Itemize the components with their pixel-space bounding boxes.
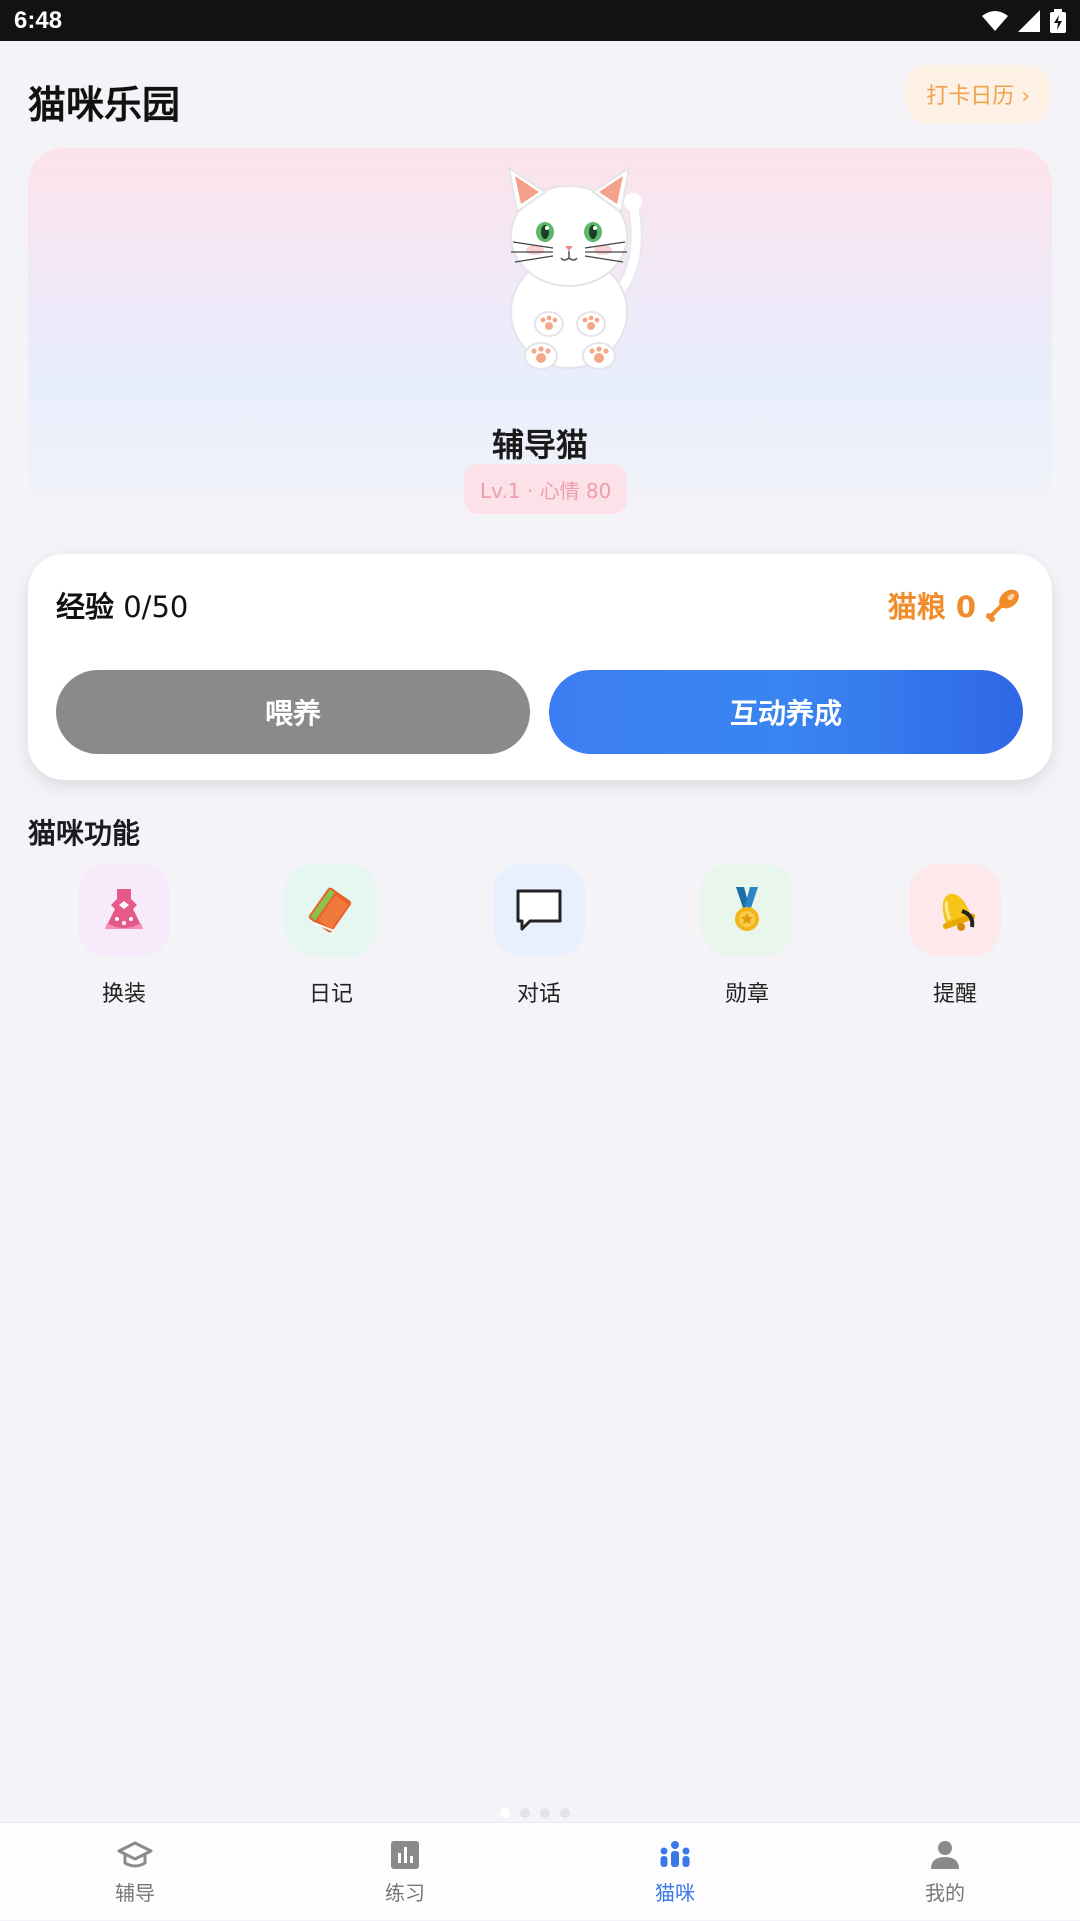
nav-item-practice[interactable]: 练习 — [335, 1823, 475, 1921]
feed-button[interactable]: 喂养 — [56, 670, 530, 754]
features-section-title: 猫咪功能 — [28, 817, 141, 850]
nav-item-cats[interactable]: 猫咪 — [605, 1823, 745, 1921]
feature-item-medals[interactable]: 勋章 — [677, 864, 817, 1014]
feature-label-diary: 日记 — [308, 982, 353, 1007]
cat-illustration[interactable] — [473, 164, 673, 374]
status-bar: 6:48 — [0, 0, 1080, 41]
bell-icon-bubble — [909, 864, 1001, 956]
dress-icon — [105, 889, 143, 929]
page-dot — [520, 1808, 530, 1818]
checkin-calendar-button[interactable]: 打卡日历 › — [906, 65, 1050, 123]
drumstick-icon — [986, 589, 1019, 622]
person-icon — [931, 1840, 959, 1869]
page-dot — [500, 1808, 510, 1818]
pet-name: 辅导猫 — [491, 426, 588, 464]
nav-label-cats: 猫咪 — [655, 1880, 695, 1905]
cat-food-label: 猫粮 0 — [887, 590, 976, 624]
feature-item-diary[interactable]: 日记 — [261, 864, 401, 1014]
status-icons — [982, 8, 1066, 33]
feature-label-dress-up: 换装 — [101, 982, 146, 1007]
people-group-icon — [660, 1840, 690, 1867]
features-grid: 换装 日记 对话 勋章 提醒 — [0, 864, 1080, 1014]
chat-bubble-icon — [516, 889, 562, 931]
feed-button-label: 喂养 — [264, 697, 321, 730]
notebook-icon-bubble — [285, 864, 377, 956]
bell-icon — [942, 893, 976, 931]
nav-label-tutoring: 辅导 — [115, 1880, 155, 1905]
nav-label-profile: 我的 — [925, 1880, 965, 1905]
nav-label-practice: 练习 — [385, 1880, 425, 1905]
battery-icon — [1050, 8, 1066, 33]
nav-item-profile[interactable]: 我的 — [875, 1823, 1015, 1921]
pet-hero-card: 辅导猫 Lv.1 · 心情 80 — [28, 148, 1052, 514]
feature-item-reminder[interactable]: 提醒 — [885, 864, 1025, 1014]
feature-label-medals: 勋章 — [724, 982, 769, 1007]
dress-icon-bubble — [78, 864, 170, 956]
bottom-navigation: 辅导 练习 猫咪 我的 — [0, 1822, 1080, 1920]
cellular-signal-icon — [1018, 9, 1040, 32]
wifi-icon — [982, 10, 1008, 31]
graduation-cap-icon — [117, 1841, 153, 1867]
checkin-calendar-label: 打卡日历 › — [926, 84, 1030, 109]
medal-icon — [735, 887, 759, 931]
chat-bubble-icon-bubble — [493, 864, 585, 956]
feature-item-dress-up[interactable]: 换装 — [54, 864, 194, 1014]
header: 猫咪乐园 打卡日历 › — [0, 41, 1080, 151]
feature-label-reminder: 提醒 — [932, 982, 977, 1007]
status-time: 6:48 — [14, 6, 63, 34]
feature-item-chat[interactable]: 对话 — [469, 864, 609, 1014]
page-dot — [560, 1808, 570, 1818]
page-dot — [540, 1808, 550, 1818]
pet-status-card: 经验 0/50 猫粮 0 喂养 互动养成 — [28, 554, 1052, 780]
feature-label-chat: 对话 — [516, 982, 561, 1007]
medal-icon-bubble — [701, 864, 793, 956]
bar-chart-icon — [391, 1840, 419, 1869]
interact-raise-label: 互动养成 — [729, 697, 842, 730]
page-title: 猫咪乐园 — [28, 83, 181, 127]
notebook-icon — [308, 887, 352, 933]
page-indicator — [500, 1808, 570, 1818]
interact-raise-button[interactable]: 互动养成 — [549, 670, 1023, 754]
nav-item-tutoring[interactable]: 辅导 — [65, 1823, 205, 1921]
experience-label: 经验 — [56, 590, 115, 624]
experience-value: 0/50 — [123, 590, 189, 624]
experience-display: 经验 0/50 — [56, 584, 188, 626]
level-mood-badge: Lv.1 · 心情 80 — [464, 464, 628, 514]
cat-food-display: 猫粮 0 — [888, 584, 1022, 626]
